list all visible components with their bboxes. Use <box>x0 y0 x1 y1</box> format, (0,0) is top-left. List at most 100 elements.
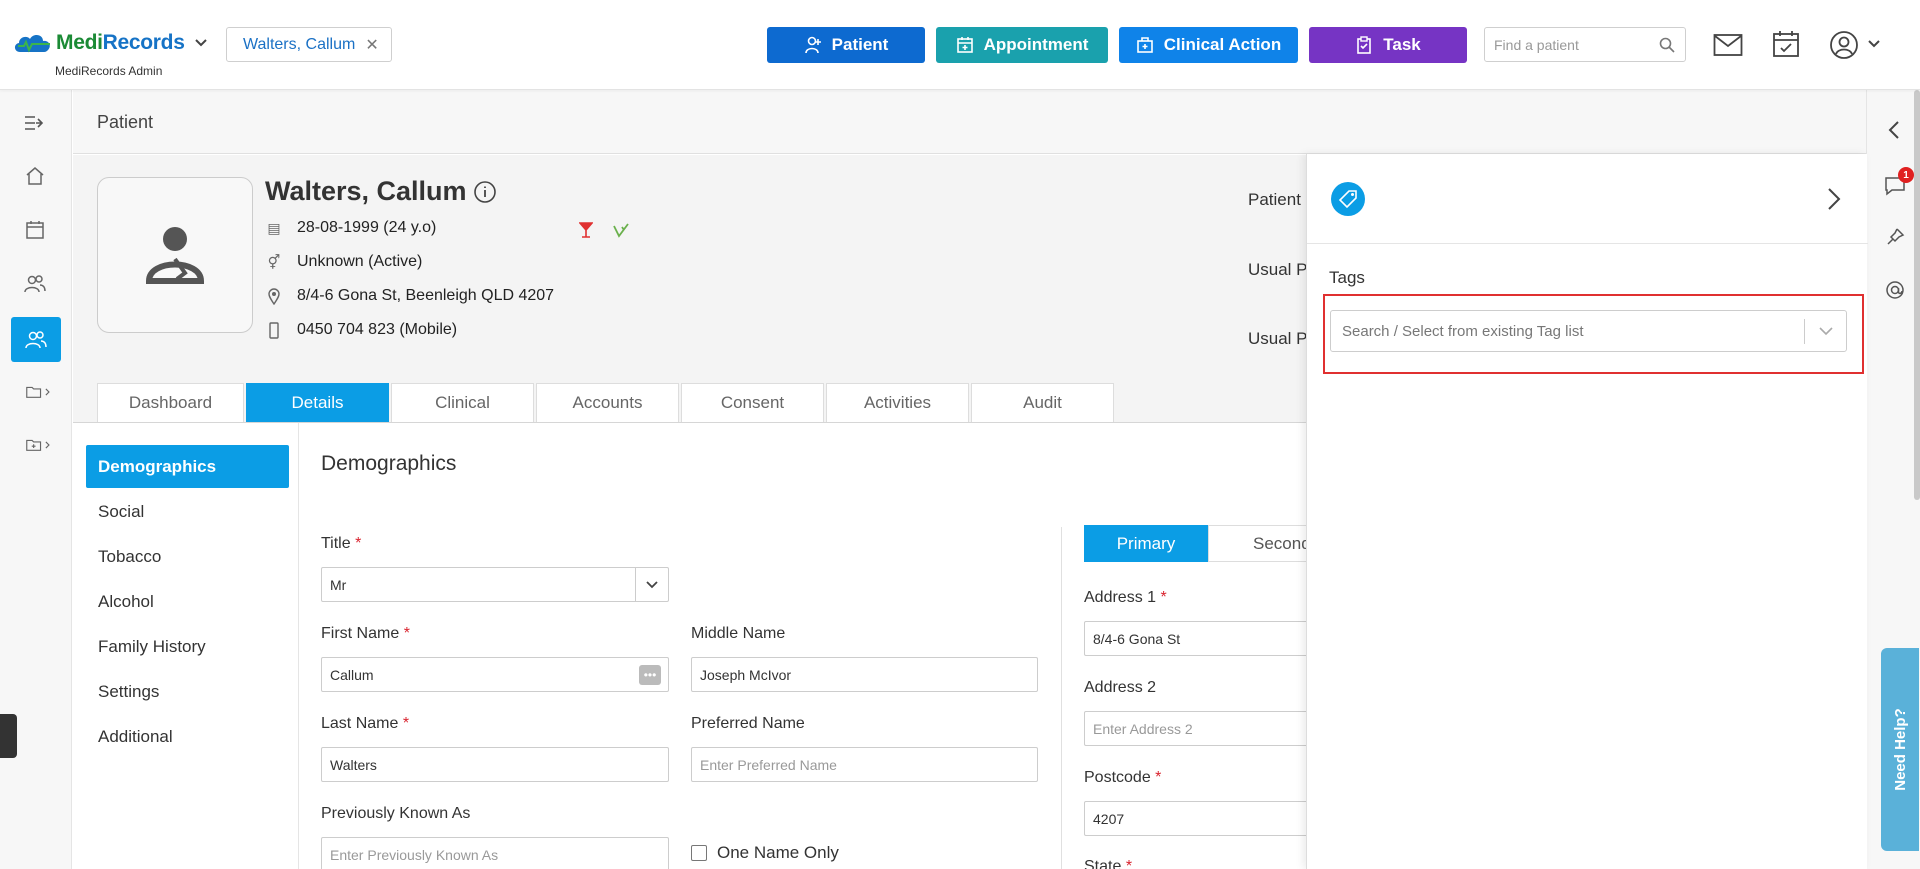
menu-item-additional[interactable]: Additional <box>86 715 289 758</box>
mail-icon[interactable] <box>1713 33 1743 57</box>
tag-search-placeholder: Search / Select from existing Tag list <box>1342 322 1584 340</box>
expand-menu-icon[interactable] <box>22 110 48 136</box>
active-patient-chip[interactable]: Walters, Callum ✕ <box>226 27 392 62</box>
user-account-icon[interactable] <box>1829 30 1859 60</box>
tab-accounts[interactable]: Accounts <box>536 383 679 422</box>
last-name-field[interactable]: Walters <box>321 747 669 782</box>
new-appointment-button[interactable]: Appointment <box>936 27 1108 63</box>
tab-dashboard[interactable]: Dashboard <box>97 383 244 422</box>
patient-nav-icon[interactable] <box>11 317 61 362</box>
tab-activities[interactable]: Activities <box>826 383 969 422</box>
one-name-only-option[interactable]: One Name Only <box>691 843 839 863</box>
tags-panel-header <box>1307 154 1868 244</box>
middle-name-label: Middle Name <box>691 625 786 642</box>
menu-item-tobacco[interactable]: Tobacco <box>86 535 289 578</box>
location-pin-icon <box>265 287 283 305</box>
mention-icon[interactable] <box>1885 280 1905 300</box>
one-name-only-label: One Name Only <box>717 843 839 862</box>
side-widget-tab[interactable] <box>0 714 17 758</box>
title-value: Mr <box>330 576 347 593</box>
find-patient-search[interactable]: Find a patient <box>1484 27 1686 62</box>
tab-consent[interactable]: Consent <box>681 383 824 422</box>
tab-secondary-address[interactable]: Second <box>1208 525 1311 562</box>
brand-name: MediRecords <box>56 31 185 54</box>
tab-details[interactable]: Details <box>246 383 389 422</box>
address1-field[interactable]: 8/4-6 Gona St <box>1084 621 1324 656</box>
first-name-field[interactable]: Callum ••• <box>321 657 669 692</box>
preferred-name-field[interactable]: Enter Preferred Name <box>691 747 1038 782</box>
preferred-name-label: Preferred Name <box>691 715 805 732</box>
clinical-action-button[interactable]: Clinical Action <box>1119 27 1298 63</box>
menu-item-family-history[interactable]: Family History <box>86 625 289 668</box>
tab-primary-address[interactable]: Primary <box>1084 525 1208 562</box>
patient-label-partial: Patient <box>1248 190 1301 209</box>
first-name-label: First Name * <box>321 625 410 642</box>
chevron-right-icon[interactable] <box>1821 184 1847 214</box>
tab-clinical[interactable]: Clinical <box>391 383 534 422</box>
chevron-left-icon[interactable] <box>1888 120 1900 140</box>
search-icon[interactable] <box>1659 37 1675 53</box>
title-select[interactable]: Mr <box>321 567 669 602</box>
previously-known-as-field[interactable]: Enter Previously Known As <box>321 837 669 869</box>
patient-gender: Unknown (Active) <box>297 253 423 270</box>
folder-icon[interactable] <box>26 379 52 405</box>
patient-name-heading: Walters, Callum <box>265 176 497 207</box>
calendar-check-icon[interactable] <box>1772 30 1800 58</box>
need-help-label: Need Help? <box>1891 708 1909 791</box>
gender-icon: ⚥ <box>267 253 281 270</box>
menu-item-alcohol[interactable]: Alcohol <box>86 580 289 623</box>
folder-add-icon[interactable] <box>26 432 52 458</box>
chevron-down-icon[interactable] <box>193 37 209 49</box>
alcohol-glass-icon[interactable] <box>579 222 593 238</box>
calendar-icon[interactable] <box>22 217 48 243</box>
page-header-bar: Patient <box>73 90 1866 154</box>
page-title: Patient <box>97 112 154 132</box>
add-user-icon <box>804 36 821 54</box>
chat-notification-badge: 1 <box>1898 167 1914 183</box>
patient-button-label: Patient <box>831 35 889 54</box>
patients-group-icon[interactable] <box>22 271 48 297</box>
appointment-button-label: Appointment <box>983 35 1089 54</box>
usual-practice-label-partial: Usual Pr <box>1248 329 1314 348</box>
patient-phone: 0450 704 823 (Mobile) <box>297 321 458 338</box>
patient-dob-row: ▤ 28-08-1999 (24 y.o) <box>265 219 436 237</box>
home-icon[interactable] <box>22 163 48 189</box>
usual-practitioner-label-partial: Usual Pr <box>1248 260 1314 279</box>
chevron-down-icon[interactable] <box>1818 321 1834 341</box>
tab-audit[interactable]: Audit <box>971 383 1114 422</box>
task-button-label: Task <box>1383 35 1421 54</box>
birthday-cake-icon: ▤ <box>267 219 281 236</box>
one-name-only-checkbox[interactable] <box>691 845 707 861</box>
info-icon[interactable] <box>473 180 497 204</box>
chevron-down-icon[interactable] <box>1866 38 1882 50</box>
brand-logo[interactable]: MediRecords <box>12 30 209 56</box>
new-task-button[interactable]: Task <box>1309 27 1467 63</box>
more-options-icon[interactable]: ••• <box>639 665 661 685</box>
menu-item-social[interactable]: Social <box>86 490 289 533</box>
previously-known-as-label: Previously Known As <box>321 805 471 822</box>
search-input[interactable]: Find a patient <box>1494 37 1579 53</box>
column-divider <box>1061 527 1062 869</box>
chevron-down-icon[interactable] <box>635 568 668 601</box>
menu-item-settings[interactable]: Settings <box>86 670 289 713</box>
middle-name-field[interactable]: Joseph McIvor <box>691 657 1038 692</box>
tag-search-select[interactable]: Search / Select from existing Tag list <box>1330 310 1847 352</box>
new-patient-button[interactable]: Patient <box>767 27 925 63</box>
patient-tabs: Dashboard Details Clinical Accounts Cons… <box>97 383 1114 422</box>
patient-address-row: 8/4-6 Gona St, Beenleigh QLD 4207 <box>265 287 554 305</box>
need-help-button[interactable]: Need Help? <box>1881 648 1919 851</box>
close-icon[interactable]: ✕ <box>365 35 378 55</box>
tags-panel: Tags Search / Select from existing Tag l… <box>1306 154 1868 869</box>
patient-avatar[interactable] <box>97 177 253 333</box>
address2-field[interactable]: Enter Address 2 <box>1084 711 1324 746</box>
page-scrollbar[interactable] <box>1914 90 1920 500</box>
cloud-logo-icon <box>14 35 50 53</box>
patient-name: Walters, Callum <box>265 176 467 206</box>
state-label: State * <box>1084 858 1133 869</box>
address1-label: Address 1 * <box>1084 589 1167 606</box>
menu-item-demographics[interactable]: Demographics <box>86 445 289 488</box>
details-side-menu: Demographics Social Tobacco Alcohol Fami… <box>73 423 299 869</box>
smoking-status-icon[interactable] <box>612 222 630 238</box>
postcode-field[interactable]: 4207 <box>1084 801 1324 836</box>
pin-icon[interactable] <box>1885 227 1905 247</box>
